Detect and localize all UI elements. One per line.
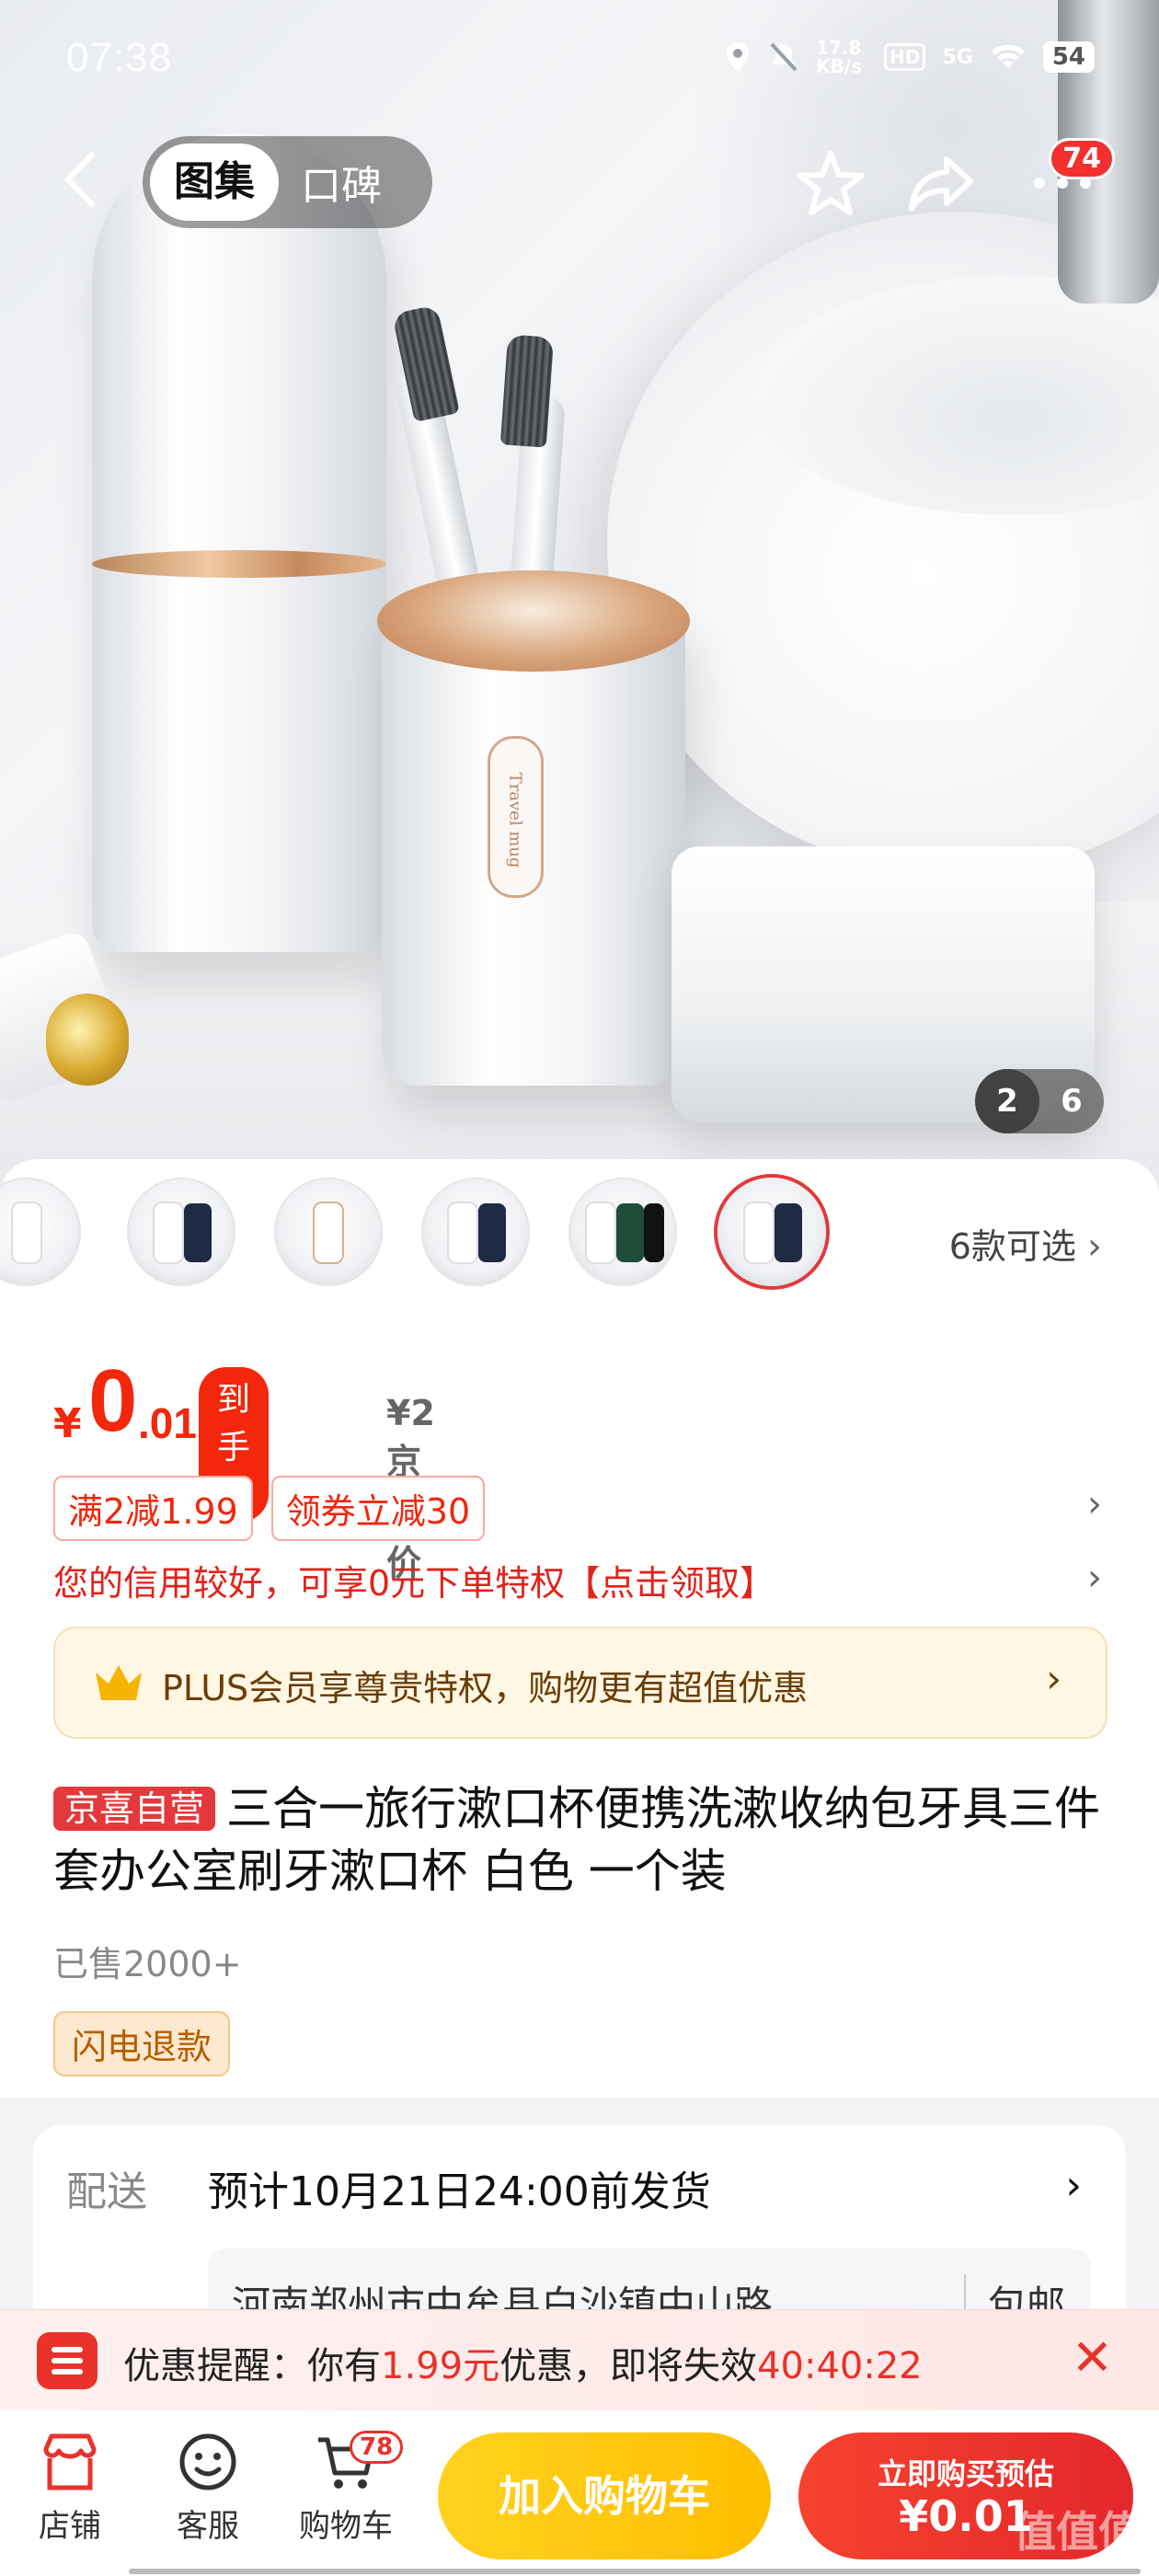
variant-thumb-selected[interactable] xyxy=(717,1178,826,1286)
tab-cart-label: 购物车 xyxy=(299,2508,393,2545)
variant-thumb[interactable] xyxy=(421,1178,530,1286)
cart-count-badge: 78 xyxy=(350,2431,404,2464)
tab-store[interactable]: 店铺 xyxy=(15,2429,125,2546)
variant-thumb[interactable] xyxy=(274,1178,383,1286)
buy-now-label: 立即购买预估 xyxy=(877,2456,1054,2491)
service-tag: 闪电退款 xyxy=(53,2011,231,2076)
toothpaste-cap xyxy=(46,994,129,1086)
store-tag: 京喜自营 xyxy=(53,1787,216,1831)
tab-service-label: 客服 xyxy=(177,2508,239,2545)
variant-thumb[interactable] xyxy=(568,1178,677,1286)
variant-thumb[interactable] xyxy=(0,1178,81,1286)
home-indicator xyxy=(129,2569,1141,2574)
status-icons: 17.8 KB/s HD 5G 54 xyxy=(724,39,1095,75)
cup-gold-rim xyxy=(377,570,690,672)
signal-icon: 5G xyxy=(942,45,973,69)
product-title: 京喜自营 三合一旅行漱口杯便携洗漱收纳包牙具三件套办公室刷牙漱口杯 白色 一个装 xyxy=(53,1777,1111,1903)
chevron-right-icon: › xyxy=(1046,1656,1061,1701)
plus-member-banner[interactable]: PLUS会员享尊贵特权，购物更有超值优惠 › xyxy=(53,1627,1107,1739)
tab-store-label: 店铺 xyxy=(39,2508,101,2545)
crown-icon xyxy=(96,1665,142,1700)
tab-service[interactable]: 客服 xyxy=(153,2429,263,2546)
variant-thumb[interactable] xyxy=(127,1178,235,1286)
credit-offer-link[interactable]: 您的信用较好，可享0元下单特权【点击领取】 xyxy=(53,1555,775,1605)
coupon-tag[interactable]: 满2减1.99 xyxy=(53,1476,253,1541)
cup-label: Travel mug xyxy=(488,736,544,898)
reminder-prefix: 优惠提醒：你有 xyxy=(123,2345,381,2387)
reminder-amount: 1.99元 xyxy=(381,2345,500,2387)
price-currency: ¥ xyxy=(53,1400,82,1447)
status-bar: 07:38 17.8 KB/s HD 5G 54 xyxy=(0,0,1159,120)
price-integer: 0 xyxy=(88,1351,138,1450)
mute-icon xyxy=(770,42,798,72)
battery-level: 54 xyxy=(1042,41,1095,73)
customer-service-icon xyxy=(179,2433,236,2490)
tall-travel-cup xyxy=(92,133,386,952)
gallery-pager: 2 6 xyxy=(975,1069,1104,1133)
back-button[interactable] xyxy=(57,147,112,212)
variants-count: 6款可选 xyxy=(948,1226,1076,1267)
coupon-tag[interactable]: 领券立减30 xyxy=(270,1476,486,1541)
shipping-label: 配送 xyxy=(66,2168,147,2215)
variants-selector[interactable]: 6款可选 › xyxy=(949,1218,1102,1269)
close-icon[interactable]: ✕ xyxy=(1072,2329,1113,2386)
share-button[interactable] xyxy=(900,142,982,224)
chevron-right-icon[interactable]: › xyxy=(1087,1557,1102,1599)
tab-reviews[interactable]: 口碑 xyxy=(279,153,404,212)
hd-icon: HD xyxy=(884,43,926,71)
gallery-tab-switch: 图集 口碑 xyxy=(143,136,432,228)
chevron-right-icon: › xyxy=(1065,2162,1082,2209)
plus-banner-text: PLUS会员享尊贵特权，购物更有超值优惠 xyxy=(162,1668,809,1708)
coupon-list[interactable]: 满2减1.99 领券立减30 xyxy=(53,1476,486,1541)
star-icon xyxy=(797,151,865,215)
bottom-action-bar: 店铺 客服 购物车 78 加入购物车 立即购买预估 ¥0.01 值值值 xyxy=(0,2410,1159,2576)
price-decimal: .01 xyxy=(138,1399,197,1447)
favorite-button[interactable] xyxy=(789,142,872,224)
sold-count: 已售2000+ xyxy=(53,1944,242,1984)
location-icon xyxy=(727,42,750,72)
message-badge: 74 xyxy=(1049,138,1115,179)
reminder-countdown: 40:40:22 xyxy=(757,2345,923,2387)
add-to-cart-button[interactable]: 加入购物车 xyxy=(438,2432,771,2559)
reminder-icon xyxy=(37,2332,98,2389)
store-icon xyxy=(43,2433,97,2490)
share-icon xyxy=(909,156,973,212)
chevron-right-icon[interactable]: › xyxy=(1087,1483,1102,1525)
discount-reminder-bar[interactable]: 优惠提醒：你有1.99元优惠，即将失效40:40:22 ✕ xyxy=(0,2309,1159,2411)
reminder-text: 优惠提醒：你有1.99元优惠，即将失效40:40:22 xyxy=(123,2336,923,2389)
net-speed: 17.8 KB/s xyxy=(816,37,863,77)
chevron-right-icon: › xyxy=(1087,1225,1102,1268)
status-time: 07:38 xyxy=(66,35,173,80)
reminder-middle: 优惠，即将失效 xyxy=(499,2345,758,2387)
chevron-left-icon xyxy=(65,152,95,207)
wifi-icon xyxy=(991,44,1025,69)
toothbrush-bristles xyxy=(499,334,555,448)
watermark: 值值值 xyxy=(1014,2507,1141,2557)
gold-ring xyxy=(92,550,386,578)
shipping-eta: 预计10月21日24:00前发货 xyxy=(208,2168,711,2215)
tab-gallery[interactable]: 图集 xyxy=(150,144,279,221)
pager-total: 6 xyxy=(1061,1083,1083,1120)
pager-current: 2 xyxy=(975,1069,1039,1133)
cup-label-text: Travel mug xyxy=(505,772,525,868)
